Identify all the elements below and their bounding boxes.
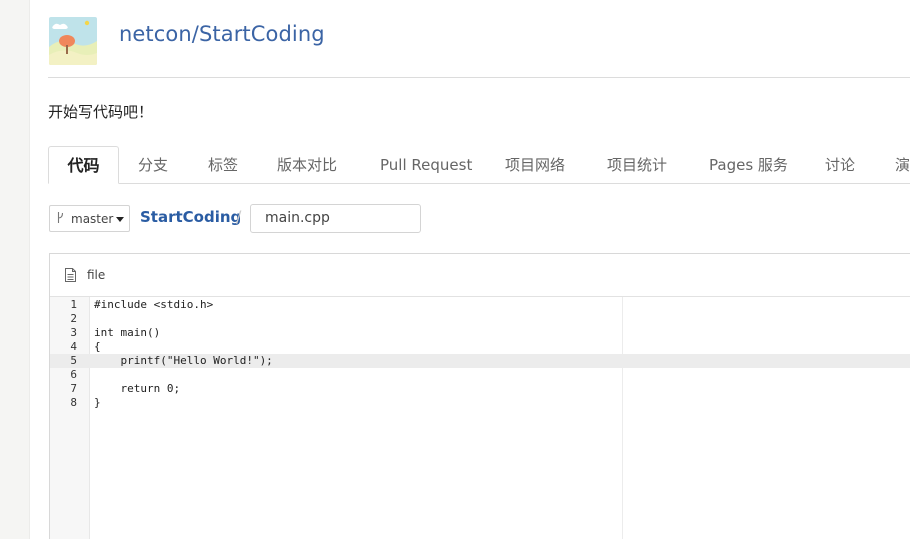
repo-description: 开始写代码吧！ xyxy=(48,103,154,121)
code-line: 8} xyxy=(50,396,910,410)
repo-name-link[interactable]: StartCoding xyxy=(199,22,325,46)
tab-more[interactable]: 演 xyxy=(895,146,910,184)
tab-code[interactable]: 代码 xyxy=(48,146,119,184)
chevron-down-icon xyxy=(116,216,125,222)
repo-avatar[interactable] xyxy=(49,17,97,65)
tab-discussion[interactable]: 讨论 xyxy=(825,146,855,184)
line-number: 2 xyxy=(70,312,77,325)
file-header: file xyxy=(50,254,910,297)
repo-tabs: 代码 分支 标签 版本对比 Pull Request 项目网络 项目统计 Pag… xyxy=(48,146,910,184)
repo-header: netcon/StartCoding xyxy=(48,16,910,78)
file-icon xyxy=(65,267,76,282)
file-label: file xyxy=(87,268,106,282)
code-line: 7 return 0; xyxy=(50,382,910,396)
line-number: 5 xyxy=(70,354,77,367)
tab-network[interactable]: 项目网络 xyxy=(505,146,565,184)
tab-branches[interactable]: 分支 xyxy=(138,146,168,184)
line-code: int main() xyxy=(94,326,161,339)
line-number: 8 xyxy=(70,396,77,409)
code-line-highlighted: 5 printf("Hello World!"); xyxy=(50,354,910,368)
branch-icon xyxy=(57,211,64,226)
line-code: } xyxy=(94,396,101,409)
line-code: #include <stdio.h> xyxy=(94,298,214,311)
breadcrumb-separator: / xyxy=(236,207,242,226)
left-gutter xyxy=(0,0,30,539)
breadcrumb-root-link[interactable]: StartCoding xyxy=(140,208,241,226)
code-line: 3 int main() xyxy=(50,326,910,340)
tab-stats[interactable]: 项目统计 xyxy=(607,146,667,184)
line-code: { xyxy=(94,340,101,353)
line-number: 3 xyxy=(70,326,77,339)
line-number: 1 xyxy=(70,298,77,311)
file-viewer: file 1 #include <stdio.h> 2 3 int main() 4… xyxy=(49,253,910,539)
line-code: return 0; xyxy=(94,382,181,395)
branch-selector[interactable]: master xyxy=(49,205,130,232)
branch-label: master xyxy=(71,211,114,226)
code-line: 1 #include <stdio.h> xyxy=(50,298,910,312)
line-code: printf("Hello World!"); xyxy=(94,354,273,367)
line-number: 7 xyxy=(70,382,77,395)
tab-pages[interactable]: Pages 服务 xyxy=(709,146,788,184)
repo-owner-link[interactable]: netcon xyxy=(119,22,192,46)
line-number: 4 xyxy=(70,340,77,353)
code-line: 4{ xyxy=(50,340,910,354)
tab-compare[interactable]: 版本对比 xyxy=(277,146,337,184)
filename-field[interactable]: main.cpp xyxy=(250,204,421,233)
line-number: 6 xyxy=(70,368,77,381)
repo-title: netcon/StartCoding xyxy=(119,22,325,46)
code-editor[interactable]: 1 #include <stdio.h> 2 3 int main() 4{ 5 p… xyxy=(50,297,910,539)
code-line: 2 xyxy=(50,312,910,326)
tab-tags[interactable]: 标签 xyxy=(208,146,238,184)
tab-pull-request[interactable]: Pull Request xyxy=(380,146,472,184)
code-line: 6 xyxy=(50,368,910,382)
repo-title-separator: / xyxy=(191,22,199,46)
